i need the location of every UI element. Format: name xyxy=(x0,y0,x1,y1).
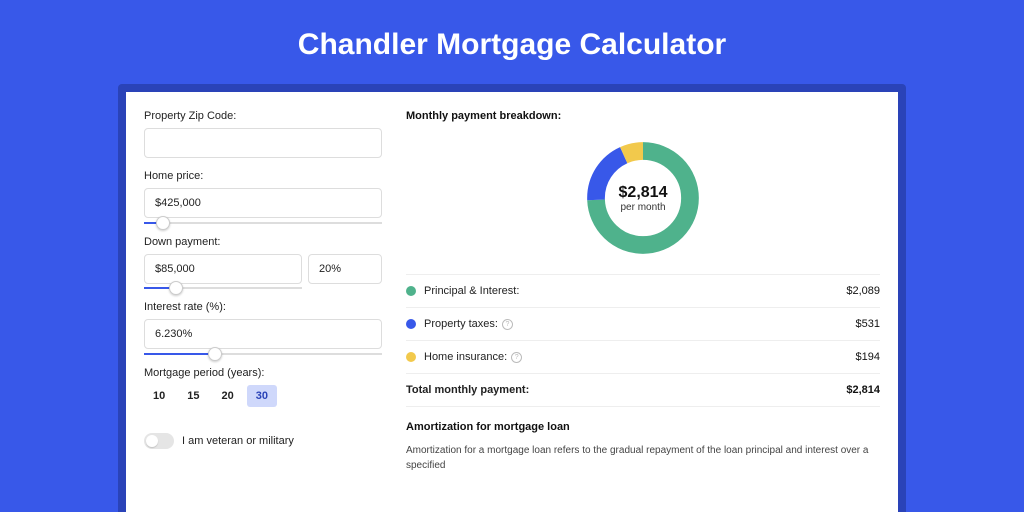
slider-thumb[interactable] xyxy=(156,216,170,230)
home-price-slider[interactable] xyxy=(144,222,382,224)
slider-thumb[interactable] xyxy=(208,347,222,361)
slider-thumb[interactable] xyxy=(169,281,183,295)
legend-label: Property taxes:? xyxy=(424,318,513,330)
legend-value: $531 xyxy=(856,318,880,330)
legend-value: $2,089 xyxy=(846,285,880,297)
down-payment-pct-input[interactable] xyxy=(308,254,382,284)
info-icon[interactable]: ? xyxy=(511,352,522,363)
info-icon[interactable]: ? xyxy=(502,319,513,330)
period-group: Mortgage period (years): 10152030 xyxy=(144,367,382,407)
period-button-20[interactable]: 20 xyxy=(213,385,243,407)
home-price-input[interactable] xyxy=(144,188,382,218)
down-payment-group: Down payment: xyxy=(144,236,382,289)
period-button-15[interactable]: 15 xyxy=(178,385,208,407)
legend-total-value: $2,814 xyxy=(846,384,880,396)
veteran-row: I am veteran or military xyxy=(144,433,382,449)
period-button-30[interactable]: 30 xyxy=(247,385,277,407)
legend-row: Principal & Interest: $2,089 xyxy=(406,275,880,308)
interest-slider[interactable] xyxy=(144,353,382,355)
period-label: Mortgage period (years): xyxy=(144,367,382,379)
legend-label: Principal & Interest: xyxy=(424,285,519,297)
down-payment-label: Down payment: xyxy=(144,236,382,248)
legend-dot xyxy=(406,352,416,362)
legend-total-row: Total monthly payment: $2,814 xyxy=(406,374,880,407)
home-price-group: Home price: xyxy=(144,170,382,224)
amortization-title: Amortization for mortgage loan xyxy=(406,421,880,433)
down-payment-input[interactable] xyxy=(144,254,302,284)
interest-input[interactable] xyxy=(144,319,382,349)
legend: Principal & Interest: $2,089 Property taxe… xyxy=(406,274,880,407)
veteran-label: I am veteran or military xyxy=(182,435,294,447)
interest-group: Interest rate (%): xyxy=(144,301,382,355)
period-options: 10152030 xyxy=(144,385,382,407)
zip-group: Property Zip Code: xyxy=(144,110,382,158)
donut-center: $2,814 per month xyxy=(581,136,705,260)
zip-label: Property Zip Code: xyxy=(144,110,382,122)
legend-row: Home insurance:? $194 xyxy=(406,341,880,374)
inputs-panel: Property Zip Code: Home price: Down paym… xyxy=(144,110,382,512)
page-title: Chandler Mortgage Calculator xyxy=(0,0,1024,84)
interest-label: Interest rate (%): xyxy=(144,301,382,313)
legend-total-label: Total monthly payment: xyxy=(406,384,529,396)
results-panel: Monthly payment breakdown: $2,814 per mo… xyxy=(406,110,880,512)
legend-label: Home insurance:? xyxy=(424,351,522,363)
donut-chart: $2,814 per month xyxy=(581,136,705,260)
legend-row: Property taxes:? $531 xyxy=(406,308,880,341)
donut-amount: $2,814 xyxy=(619,184,668,202)
legend-dot xyxy=(406,286,416,296)
zip-input[interactable] xyxy=(144,128,382,158)
veteran-toggle[interactable] xyxy=(144,433,174,449)
period-button-10[interactable]: 10 xyxy=(144,385,174,407)
legend-dot xyxy=(406,319,416,329)
down-payment-slider[interactable] xyxy=(144,287,302,289)
amortization-text: Amortization for a mortgage loan refers … xyxy=(406,443,880,473)
card-wrap: Property Zip Code: Home price: Down paym… xyxy=(118,84,906,512)
donut-wrap: $2,814 per month xyxy=(406,130,880,274)
amortization-block: Amortization for mortgage loan Amortizat… xyxy=(406,421,880,473)
home-price-label: Home price: xyxy=(144,170,382,182)
legend-value: $194 xyxy=(856,351,880,363)
calculator-card: Property Zip Code: Home price: Down paym… xyxy=(126,92,898,512)
breakdown-title: Monthly payment breakdown: xyxy=(406,110,880,122)
donut-sublabel: per month xyxy=(620,202,665,213)
